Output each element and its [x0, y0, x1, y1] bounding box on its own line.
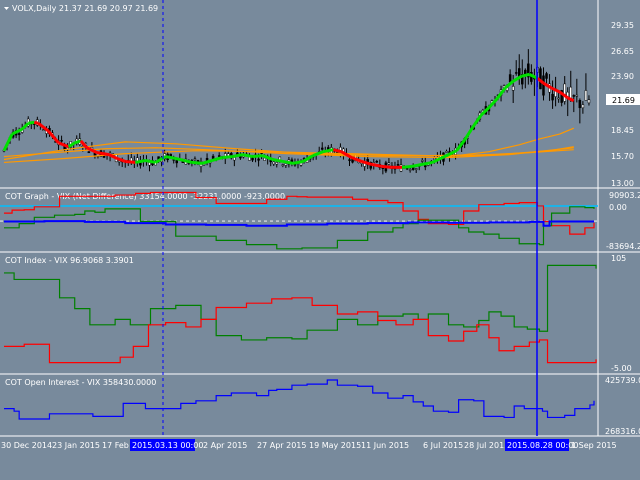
trend-segment [135, 158, 146, 164]
time-label: 30 Dec 2014 [1, 441, 52, 450]
trend-segment [371, 162, 383, 168]
candle-body [572, 95, 576, 97]
candle-body [348, 159, 351, 161]
candle-body [581, 104, 585, 109]
trend-segment [292, 159, 304, 165]
trend-segment [401, 164, 413, 169]
candle-body [508, 74, 512, 83]
candle-body [445, 151, 448, 153]
time-label: 28 Jul 2015 [464, 441, 509, 450]
trend-segment [272, 158, 284, 163]
trend-segment [145, 158, 156, 164]
candle-body [272, 161, 275, 165]
trend-segment [232, 153, 243, 159]
trend-segment [282, 159, 294, 165]
price-panel-title: VOLX,Daily 21.37 21.69 20.97 21.69 [4, 4, 158, 13]
time-highlight-left-text: 2015.03.13 00:00 [132, 441, 203, 450]
trend-segment [96, 151, 110, 157]
candle-body [17, 133, 21, 135]
trend-segment [33, 120, 39, 125]
trend-segment [520, 72, 530, 78]
candle-body [87, 151, 91, 154]
cot-graph-scale: -83694.2 [606, 242, 640, 251]
time-label: 19 May 2015 [309, 441, 361, 450]
candle-body [217, 155, 221, 157]
trend-segment [411, 162, 423, 168]
candle-body [375, 160, 379, 163]
trend-segment [183, 159, 193, 164]
price-label: 15.70 [611, 152, 634, 161]
candle-body [414, 168, 418, 170]
current-price-label: 21.69 [612, 96, 635, 105]
cot-index-scale: -5.00 [611, 364, 632, 373]
candle-body [551, 93, 554, 101]
candle-body [175, 160, 179, 164]
candle-body [578, 99, 582, 109]
candle-body [575, 94, 579, 97]
time-label: 2 Apr 2015 [203, 441, 247, 450]
candle-body [545, 73, 548, 79]
time-label: 27 Apr 2015 [257, 441, 306, 450]
cot-index-scale: 105 [611, 254, 626, 263]
cot-oi-title: COT Open Interest - VIX 358430.0000 [5, 378, 156, 387]
time-label: 6 Jul 2015 [423, 441, 463, 450]
candle-body [117, 160, 121, 163]
trend-segment [222, 155, 233, 160]
candle-body [257, 158, 260, 161]
candle-body [514, 72, 518, 74]
trend-segment [191, 160, 203, 165]
chart-canvas: VOLX,Daily 21.37 21.69 20.97 21.69 COT G… [0, 0, 640, 480]
trend-segment [381, 164, 393, 169]
candle-body [396, 164, 400, 166]
candle-body [193, 158, 197, 161]
price-label: 26.65 [611, 47, 634, 56]
price-panel-title-text: VOLX,Daily 21.37 21.69 20.97 21.69 [12, 4, 158, 13]
candle-body [563, 83, 566, 102]
candle-body [433, 157, 436, 160]
candle-body [281, 164, 285, 166]
cot-graph-scale: 0.00 [609, 203, 627, 212]
cot-graph-scale: 90903.2 [609, 191, 640, 200]
cot-index-title: COT Index - VIX 96.9068 3.3901 [5, 256, 134, 265]
candle-body [411, 167, 415, 170]
trend-segment [125, 159, 136, 164]
candle-body [284, 163, 288, 166]
cot-oi-scale: 425739.0 [605, 376, 640, 385]
trend-segment [332, 148, 342, 154]
trend-segment [322, 148, 334, 154]
time-label: 11 Jun 2015 [361, 441, 409, 450]
trend-segment [175, 157, 185, 162]
price-label: 29.35 [611, 21, 634, 30]
candle-body [421, 160, 424, 162]
candle-body [387, 162, 391, 165]
candle-body [320, 147, 324, 150]
trend-segment [421, 160, 433, 166]
time-label: 23 Jan 2015 [52, 441, 100, 450]
candle-body [408, 169, 412, 171]
time-axis: 30 Dec 2014 23 Jan 2015 17 Feb 2015.03.1… [1, 439, 617, 451]
candle-body [542, 75, 545, 96]
candle-body [275, 162, 279, 165]
candle-body [42, 129, 45, 131]
price-label: 18.45 [611, 126, 634, 135]
candle-body [60, 140, 63, 142]
time-label: 17 Feb [102, 441, 129, 450]
cot-oi-scale: 268316.0 [605, 427, 640, 436]
trend-segment [165, 155, 177, 160]
trend-segment [252, 154, 263, 159]
price-label: 23.90 [611, 72, 634, 81]
candle-body [584, 90, 588, 101]
price-label: 13.00 [611, 179, 634, 188]
time-label: 1 Sep 2015 [571, 441, 617, 450]
candle-body [587, 99, 591, 104]
candle-body [290, 159, 294, 162]
time-highlight-right-text: 2015.08.28 00:00 [507, 441, 578, 450]
candle-body [263, 157, 266, 161]
candle-body [511, 86, 515, 91]
trend-segment [242, 153, 253, 159]
trend-segment [28, 120, 35, 125]
candle-body [557, 97, 560, 100]
candle-body [233, 157, 236, 161]
